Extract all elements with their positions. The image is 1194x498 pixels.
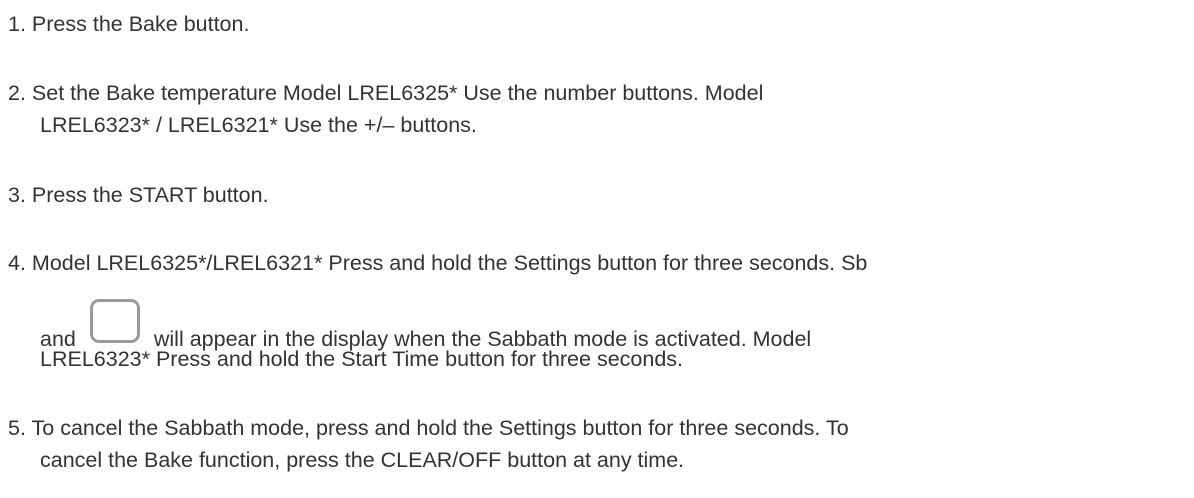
- step-text: Press the Bake button.: [31, 12, 250, 36]
- step-text-line-2: cancel the Bake function, press the CLEA…: [40, 448, 685, 472]
- step-text-line-2: and will appear in the display when the S…: [8, 299, 1194, 351]
- step-2: 2. Set the Bake temperature Model LREL63…: [8, 77, 1194, 141]
- step-1: 1. Press the Bake button.: [8, 8, 1194, 40]
- step-text-line-2: LREL6323* / LREL6321* Use the +/– button…: [40, 113, 477, 137]
- step-number: 2.: [8, 81, 26, 105]
- step-text-line-1: Set the Bake temperature Model LREL6325*…: [31, 81, 764, 105]
- step-text-after-icon: will appear in the display when the Sabb…: [153, 327, 812, 351]
- step-text-line-1: To cancel the Sabbath mode, press and ho…: [31, 416, 849, 440]
- step-4: 4. Model LREL6325*/LREL6321* Press and h…: [8, 247, 1194, 375]
- step-5: 5. To cancel the Sabbath mode, press and…: [8, 412, 1194, 476]
- step-3: 3. Press the START button.: [8, 179, 1194, 211]
- step-text-before-icon: and: [40, 327, 76, 351]
- step-number: 3.: [8, 183, 26, 207]
- step-number: 1.: [8, 12, 26, 36]
- step-number: 4.: [8, 251, 26, 275]
- step-text: Press the START button.: [31, 183, 269, 207]
- sabbath-mode-icon: [89, 299, 140, 343]
- step-text-line-1: Model LREL6325*/LREL6321* Press and hold…: [31, 251, 868, 275]
- step-number: 5.: [8, 416, 26, 440]
- instruction-list: 1. Press the Bake button. 2. Set the Bak…: [0, 0, 1194, 498]
